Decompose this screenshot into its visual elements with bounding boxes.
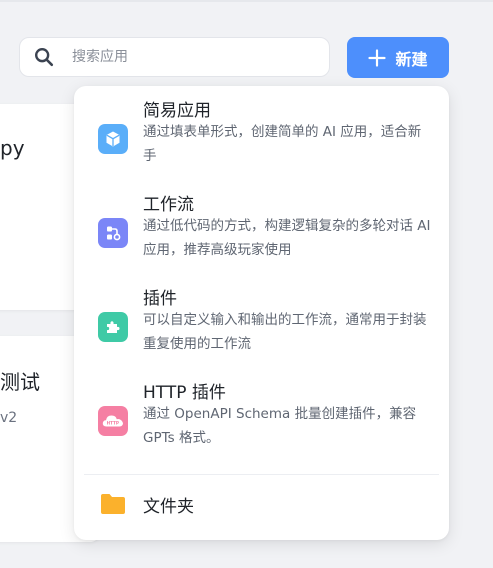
search-icon	[35, 48, 54, 67]
search-input[interactable]	[70, 48, 304, 66]
top-border	[0, 0, 493, 2]
app-card-title: py	[0, 136, 25, 160]
create-menu: 简易应用 通过填表单形式，创建简单的 AI 应用，适合新手 工作流 通过低代码的…	[74, 86, 449, 540]
menu-item-title: 工作流	[143, 195, 194, 215]
puzzle-icon	[98, 312, 128, 342]
menu-item-http-plugin[interactable]: HTTP HTTP 插件 通过 OpenAPI Schema 批量创建插件，兼容…	[74, 378, 449, 468]
app-card-title: 测试	[0, 370, 40, 394]
menu-item-description: 可以自定义输入和输出的工作流，通常用于封装重复使用的工作流	[143, 312, 427, 352]
app-card-subtitle: v2	[0, 410, 18, 426]
cloud-http-icon: HTTP	[98, 406, 128, 436]
menu-item-title: 简易应用	[143, 101, 211, 121]
menu-item-description: 通过填表单形式，创建简单的 AI 应用，适合新手	[143, 124, 422, 164]
menu-item-description: 通过低代码的方式，构建逻辑复杂的多轮对话 AI 应用，推荐高级玩家使用	[143, 218, 431, 258]
menu-item-workflow[interactable]: 工作流 通过低代码的方式，构建逻辑复杂的多轮对话 AI 应用，推荐高级玩家使用	[74, 190, 449, 280]
menu-divider	[84, 474, 439, 475]
new-button-label: 新建	[395, 49, 428, 69]
menu-item-title: 插件	[143, 289, 177, 309]
menu-item-description: 通过 OpenAPI Schema 批量创建插件，兼容 GPTs 格式。	[143, 406, 417, 446]
folder-icon	[101, 494, 125, 514]
plus-icon	[368, 48, 387, 67]
search-box[interactable]	[19, 37, 330, 77]
menu-item-title: 文件夹	[143, 497, 194, 517]
menu-item-plugin[interactable]: 插件 可以自定义输入和输出的工作流，通常用于封装重复使用的工作流	[74, 284, 449, 374]
menu-item-title: HTTP 插件	[143, 383, 226, 403]
http-icon-text: HTTP	[107, 421, 119, 426]
menu-item-simple-app[interactable]: 简易应用 通过填表单形式，创建简单的 AI 应用，适合新手	[74, 96, 449, 186]
cube-icon	[98, 124, 128, 154]
workflow-icon	[98, 218, 128, 248]
new-button[interactable]: 新建	[347, 37, 449, 78]
menu-item-folder[interactable]: 文件夹	[74, 478, 449, 530]
